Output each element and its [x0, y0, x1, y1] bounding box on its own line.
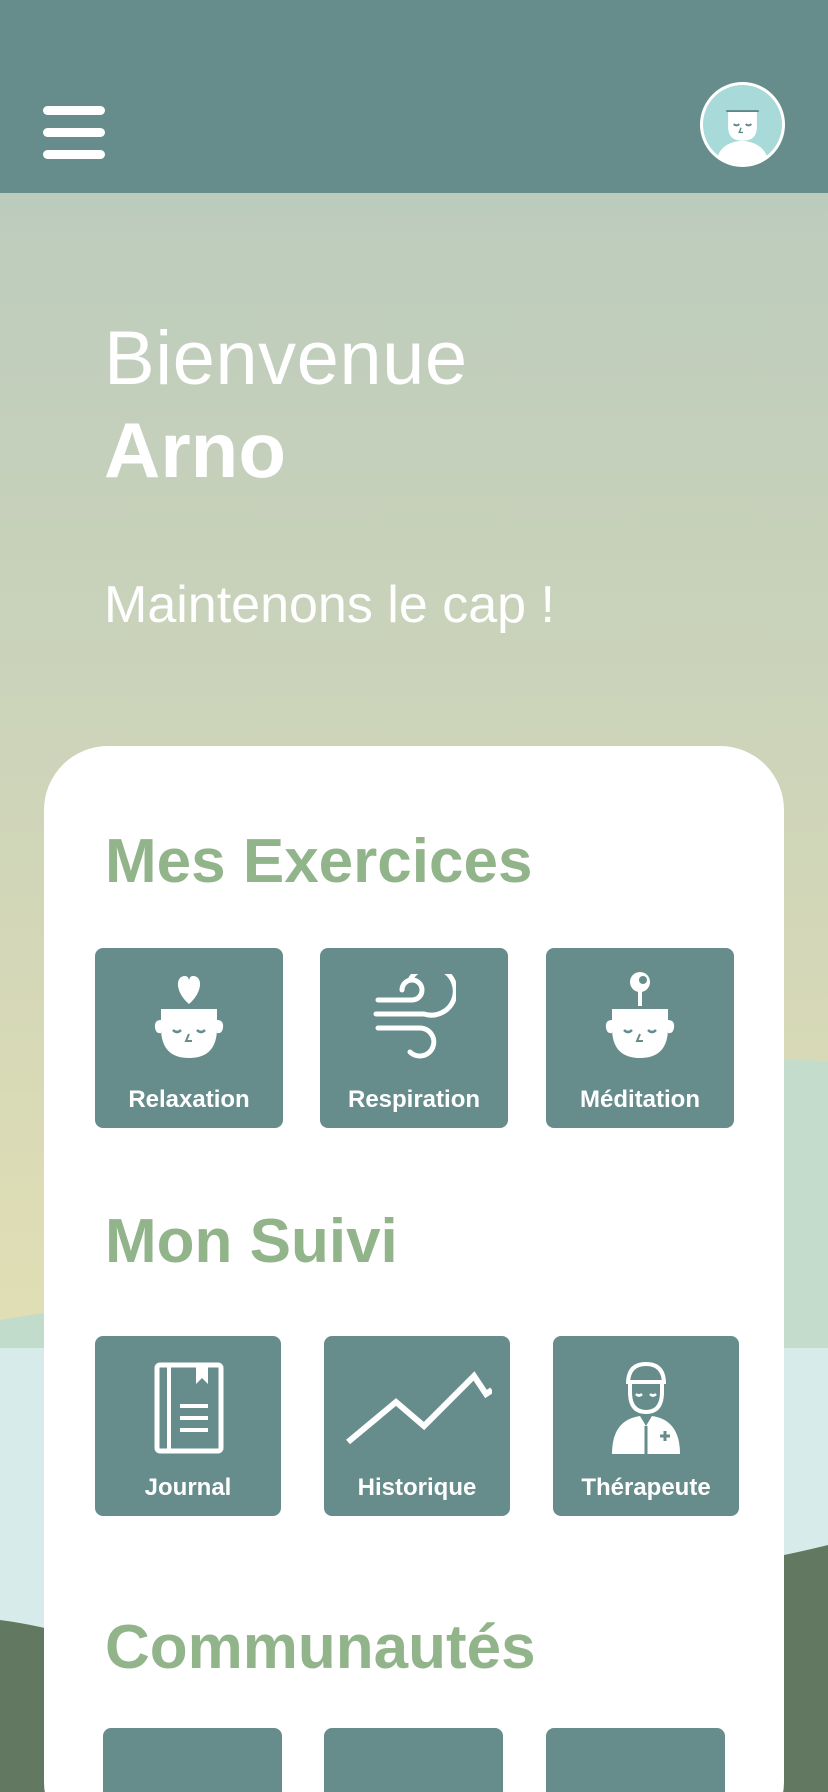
menu-line — [43, 128, 105, 137]
user-name: Arno — [104, 406, 286, 494]
tile-label: Méditation — [580, 1086, 700, 1113]
tile-label: Journal — [144, 1474, 232, 1501]
tile-respiration[interactable]: Respiration — [320, 948, 508, 1128]
tile-community-1[interactable] — [103, 1728, 282, 1792]
tagline: Maintenons le cap ! — [104, 576, 555, 634]
tile-label: Relaxation — [128, 1086, 250, 1113]
doctor-icon — [553, 1360, 739, 1456]
wind-icon — [320, 974, 508, 1060]
user-face-icon[interactable] — [700, 82, 785, 167]
tile-label: Thérapeute — [581, 1474, 711, 1501]
tile-journal[interactable]: Journal — [95, 1336, 281, 1516]
notebook-icon — [95, 1362, 281, 1454]
pin-head-icon — [546, 970, 734, 1062]
tile-label: Historique — [357, 1474, 477, 1501]
tile-community-3[interactable] — [546, 1728, 725, 1792]
menu-line — [43, 106, 105, 115]
tile-meditation[interactable]: Méditation — [546, 948, 734, 1128]
trend-line-icon — [324, 1366, 510, 1450]
top-bar — [0, 0, 828, 193]
tile-therapeute[interactable]: Thérapeute — [553, 1336, 739, 1516]
section-title-communities: Communautés — [105, 1613, 536, 1682]
menu-line — [43, 150, 105, 159]
tile-relaxation[interactable]: Relaxation — [95, 948, 283, 1128]
tile-label: Respiration — [347, 1086, 481, 1113]
tile-community-2[interactable] — [324, 1728, 503, 1792]
welcome-text: Bienvenue — [104, 316, 468, 401]
heart-head-icon — [95, 970, 283, 1062]
tile-historique[interactable]: Historique — [324, 1336, 510, 1516]
section-title-tracking: Mon Suivi — [105, 1207, 398, 1276]
hamburger-menu-icon[interactable] — [43, 104, 105, 162]
section-title-exercises: Mes Exercices — [105, 827, 533, 896]
